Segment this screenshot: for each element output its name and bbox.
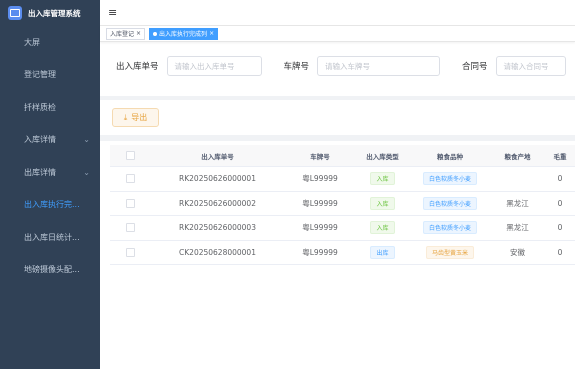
- sidebar-item-sampling[interactable]: 扦样质检: [0, 91, 100, 124]
- chevron-down-icon: ⌄: [83, 167, 90, 177]
- gross-weight-cell: 0: [557, 174, 563, 184]
- type-badge: 出库: [370, 245, 395, 259]
- column-header: 毛重: [553, 152, 567, 161]
- app-title: 出入库管理系统: [28, 8, 81, 18]
- type-cell: 入库: [355, 196, 410, 210]
- data-table: 出入库单号 车牌号 出入库类型 粮食品种 粮食产地 毛重 RK202506260…: [110, 145, 575, 265]
- plate-cell: 粤L99999: [302, 198, 338, 208]
- grain-cell: 白色软质冬小麦: [410, 196, 490, 210]
- order-no-cell: RK20250626000001: [179, 174, 256, 184]
- order-no-cell: RK20250626000003: [179, 223, 256, 233]
- export-button[interactable]: ⤓ 导出: [112, 108, 159, 127]
- grain-cell: 白色软质冬小麦: [410, 221, 490, 235]
- section-divider: [100, 96, 575, 100]
- select-all-cell: [110, 151, 150, 160]
- table-row[interactable]: RK20250626000003 粤L99999 入库 白色软质冬小麦 黑龙江 …: [110, 216, 575, 241]
- row-checkbox[interactable]: [125, 223, 135, 233]
- tab-completed-list[interactable]: 出入库执行完成列 ×: [149, 27, 219, 40]
- gross-weight-cell: 0: [557, 198, 563, 208]
- sidebar-item-outbound-detail[interactable]: 出库详情 ⌄: [0, 156, 100, 189]
- column-header: 粮食产地: [504, 152, 531, 161]
- select-all-checkbox[interactable]: [125, 151, 135, 160]
- plate-cell: 粤L99999: [302, 174, 338, 184]
- close-icon[interactable]: ×: [136, 30, 141, 37]
- plate-cell: 粤L99999: [302, 223, 338, 233]
- sidebar-item-label: 出入库日统计...: [24, 232, 80, 242]
- app-logo-icon: [8, 6, 22, 20]
- sidebar-item-registration[interactable]: 登记管理: [0, 59, 100, 92]
- type-cell: 入库: [355, 172, 410, 186]
- chevron-down-icon: ⌄: [83, 135, 90, 145]
- row-select-cell: [110, 247, 150, 257]
- grain-cell: 白色软质冬小麦: [410, 172, 490, 186]
- column-header: 出入库单号: [201, 152, 234, 161]
- grain-badge: 白色软质冬小麦: [422, 196, 477, 210]
- contract-input[interactable]: 请输入合同号: [495, 56, 566, 76]
- sidebar-item-inbound-detail[interactable]: 入库详情 ⌄: [0, 124, 100, 157]
- main-content: ≡ 入库登记 × 出入库执行完成列 × 出入库单号 请输入出入库单号 车牌号 请…: [100, 0, 575, 369]
- search-form: 出入库单号 请输入出入库单号 车牌号 请输入车牌号 合同号 请输入合同号: [116, 56, 566, 76]
- sidebar-item-completed-list[interactable]: 出入库执行完...: [0, 189, 100, 222]
- export-label: 导出: [131, 113, 148, 122]
- type-badge: 入库: [370, 196, 395, 210]
- close-icon[interactable]: ×: [209, 30, 214, 37]
- sidebar-item-camera-config[interactable]: 地磅摄像头配...: [0, 254, 100, 287]
- grain-cell: 马齿型黄玉米: [410, 245, 490, 259]
- column-header: 出入库类型: [366, 152, 399, 161]
- order-no-cell: RK20250626000002: [179, 198, 256, 208]
- download-icon: ⤓: [123, 112, 128, 122]
- row-select-cell: [110, 198, 150, 208]
- sidebar: 出入库管理系统 大屏 登记管理 扦样质检 入库详情 ⌄ 出库详情 ⌄ 出入库执行完.…: [0, 0, 100, 369]
- filter-label-plate: 车牌号: [283, 62, 310, 72]
- column-header: 车牌号: [310, 152, 330, 161]
- gross-weight-cell: 0: [557, 223, 563, 233]
- origin-cell: 安徽: [510, 247, 525, 257]
- grain-badge: 白色软质冬小麦: [422, 172, 477, 186]
- grain-badge: 白色软质冬小麦: [422, 221, 477, 235]
- type-cell: 入库: [355, 221, 410, 235]
- column-header: 粮食品种: [437, 152, 463, 161]
- filter-label-contract: 合同号: [462, 62, 488, 72]
- sidebar-item-label: 登记管理: [24, 70, 56, 80]
- row-checkbox[interactable]: [125, 198, 135, 208]
- sidebar-item-label: 大屏: [24, 37, 40, 47]
- order-no-cell: CK20250628000001: [179, 247, 256, 257]
- sidebar-item-daily-stats[interactable]: 出入库日统计...: [0, 221, 100, 254]
- hamburger-menu-icon[interactable]: ≡: [108, 6, 117, 19]
- tab-label: 出入库执行完成列: [159, 31, 208, 38]
- filter-label-order-no: 出入库单号: [116, 62, 159, 72]
- active-dot-icon: [153, 31, 158, 36]
- sidebar-item-label: 入库详情: [24, 135, 56, 145]
- sidebar-item-label: 地磅摄像头配...: [24, 265, 80, 275]
- row-checkbox[interactable]: [125, 247, 135, 257]
- section-divider: [100, 135, 575, 141]
- table-row[interactable]: RK20250626000002 粤L99999 入库 白色软质冬小麦 黑龙江 …: [110, 192, 575, 216]
- navbar: ≡: [100, 0, 575, 26]
- app-brand[interactable]: 出入库管理系统: [0, 0, 100, 26]
- row-checkbox[interactable]: [125, 174, 135, 184]
- order-no-input[interactable]: 请输入出入库单号: [166, 56, 262, 76]
- origin-cell: 黑龙江: [506, 198, 529, 208]
- table-row[interactable]: RK20250626000001 粤L99999 入库 白色软质冬小麦 0: [110, 167, 575, 192]
- tab-label: 入库登记: [110, 31, 135, 38]
- gross-weight-cell: 0: [557, 247, 563, 257]
- plate-cell: 粤L99999: [302, 247, 338, 257]
- plate-input[interactable]: 请输入车牌号: [317, 56, 441, 76]
- table-row[interactable]: CK20250628000001 粤L99999 出库 马齿型黄玉米 安徽 0: [110, 241, 575, 265]
- tab-inbound-registration[interactable]: 入库登记 ×: [106, 27, 146, 40]
- grain-badge: 马齿型黄玉米: [425, 245, 474, 259]
- type-badge: 入库: [370, 172, 395, 186]
- sidebar-item-label: 出库详情: [24, 167, 56, 177]
- row-select-cell: [110, 223, 150, 233]
- sidebar-item-label: 出入库执行完...: [24, 200, 80, 210]
- type-cell: 出库: [355, 245, 410, 259]
- origin-cell: 黑龙江: [506, 223, 529, 233]
- tags-view: 入库登记 × 出入库执行完成列 ×: [100, 26, 575, 42]
- sidebar-item-dashboard[interactable]: 大屏: [0, 26, 100, 59]
- row-select-cell: [110, 174, 150, 184]
- sidebar-item-label: 扦样质检: [24, 102, 56, 112]
- type-badge: 入库: [370, 221, 395, 235]
- table-header: 出入库单号 车牌号 出入库类型 粮食品种 粮食产地 毛重: [110, 145, 575, 167]
